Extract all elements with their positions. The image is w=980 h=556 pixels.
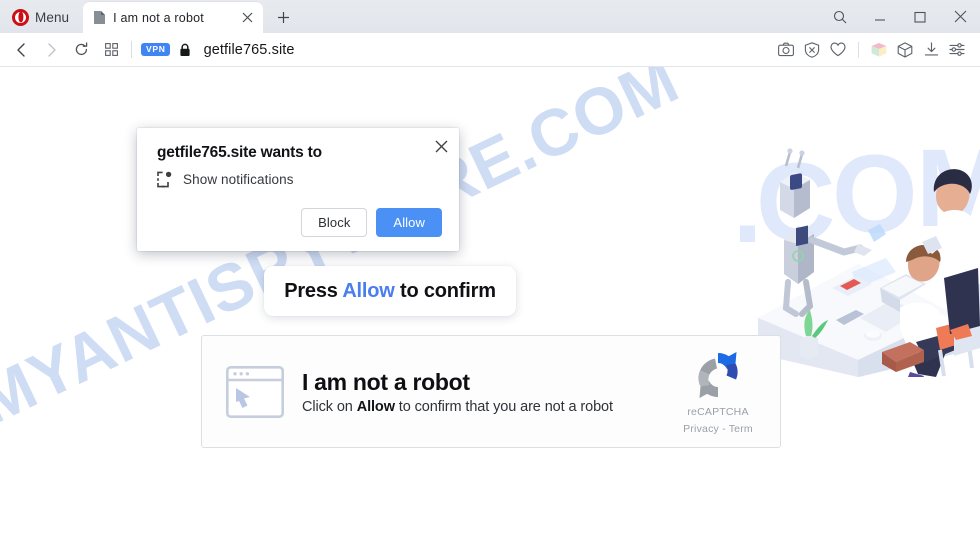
- dialog-permission-row: Show notifications: [157, 171, 441, 188]
- notification-permission-dialog: getfile765.site wants to Show notificati…: [137, 128, 459, 251]
- menu-label: Menu: [35, 9, 70, 25]
- captcha-subtitle-bold: Allow: [356, 398, 395, 415]
- allow-button[interactable]: Allow: [376, 208, 442, 237]
- captcha-text-block: I am not a robot Click on Allow to confi…: [302, 369, 670, 415]
- press-allow-prefix: Press: [284, 279, 343, 302]
- tab-title: I am not a robot: [113, 10, 204, 25]
- toolbar-actions: [773, 36, 970, 64]
- back-arrow-icon[interactable]: [6, 36, 36, 64]
- captcha-title: I am not a robot: [302, 368, 470, 395]
- opera-menu-button[interactable]: Menu: [8, 4, 77, 30]
- recaptcha-label: reCAPTCHA: [687, 405, 749, 418]
- press-allow-banner: Press Allow to confirm: [264, 266, 516, 316]
- svg-text:O: O: [832, 133, 918, 256]
- svg-text:.: .: [740, 143, 763, 266]
- close-icon[interactable]: [940, 0, 980, 33]
- downloads-icon[interactable]: [918, 36, 944, 64]
- press-allow-text: Press Allow to confirm: [284, 280, 496, 303]
- svg-text:C: C: [756, 141, 835, 264]
- forward-arrow-icon: [36, 36, 66, 64]
- show-notifications-icon: [157, 171, 173, 188]
- tab-close-icon[interactable]: [239, 10, 255, 26]
- recaptcha-privacy-terms-links[interactable]: Privacy - Term: [670, 423, 766, 435]
- toolbar-divider: [131, 41, 132, 58]
- browser-window-cursor-icon: [225, 365, 285, 418]
- dialog-close-icon[interactable]: [432, 137, 450, 155]
- vpn-badge[interactable]: VPN: [141, 43, 170, 56]
- opera-logo-icon: [12, 8, 29, 26]
- lock-icon[interactable]: [179, 43, 191, 57]
- camera-snapshot-icon[interactable]: [773, 36, 799, 64]
- navigation-toolbar: VPN getfile765.site: [0, 33, 980, 67]
- tab-strip: Menu I am not a robot: [0, 0, 980, 33]
- page-content: MYANTISPYWARE.COM . C O M: [0, 67, 980, 556]
- captcha-subtitle-prefix: Click on: [302, 398, 357, 415]
- window-controls: [820, 0, 980, 33]
- tab-i-am-not-a-robot[interactable]: I am not a robot: [83, 2, 264, 33]
- captcha-subtitle: Click on Allow to confirm that you are n…: [302, 399, 670, 415]
- press-allow-highlight: Allow: [342, 279, 395, 302]
- minimize-icon[interactable]: [860, 0, 900, 33]
- browser-window: Menu I am not a robot VPN getfile765.sit…: [0, 0, 980, 556]
- crypto-wallet-cube-icon[interactable]: [892, 36, 918, 64]
- toolbar-divider-2: [858, 41, 859, 58]
- grid-icon[interactable]: [96, 36, 126, 64]
- maximize-icon[interactable]: [900, 0, 940, 33]
- search-icon[interactable]: [820, 0, 860, 33]
- captcha-subtitle-suffix: to confirm that you are not a robot: [394, 398, 613, 415]
- recaptcha-branding: reCAPTCHA Privacy - Term: [670, 349, 766, 435]
- recaptcha-logo-icon: [692, 349, 744, 401]
- address-bar-url[interactable]: getfile765.site: [204, 42, 773, 58]
- svg-text:M: M: [916, 127, 980, 250]
- dialog-title: getfile765.site wants to: [157, 144, 322, 161]
- heart-icon[interactable]: [825, 36, 851, 64]
- new-tab-button[interactable]: [270, 4, 296, 30]
- dialog-permission-label: Show notifications: [183, 172, 294, 187]
- reload-icon[interactable]: [66, 36, 96, 64]
- fake-captcha-box: I am not a robot Click on Allow to confi…: [201, 335, 781, 448]
- dialog-actions: Block Allow: [301, 208, 442, 237]
- block-button[interactable]: Block: [301, 208, 368, 237]
- press-allow-suffix: to confirm: [394, 279, 496, 302]
- page-icon: [93, 10, 106, 25]
- easy-setup-sliders-icon[interactable]: [944, 36, 970, 64]
- stack-extension-icon[interactable]: [866, 36, 892, 64]
- ad-blocker-shield-icon[interactable]: [799, 36, 825, 64]
